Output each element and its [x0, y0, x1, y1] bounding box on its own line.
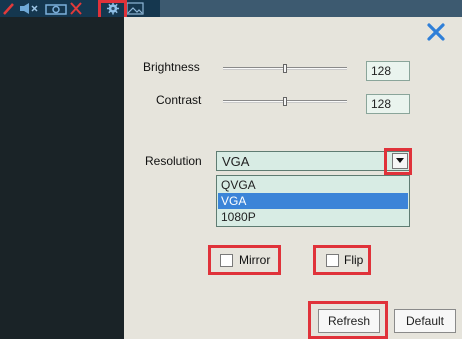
speaker-icon[interactable]	[19, 2, 41, 15]
camera-icon[interactable]	[45, 2, 67, 15]
resolution-option-1080p[interactable]: 1080P	[218, 209, 408, 225]
refresh-button[interactable]: Refresh	[318, 309, 380, 333]
resolution-selected-value: VGA	[222, 154, 250, 169]
brightness-value-field[interactable]: 128	[366, 61, 410, 81]
flip-label: Flip	[344, 253, 364, 267]
contrast-slider-thumb[interactable]	[283, 97, 287, 106]
contrast-value-field[interactable]: 128	[366, 94, 410, 114]
close-dialog-icon[interactable]	[427, 23, 445, 41]
resolution-option-vga[interactable]: VGA	[218, 193, 408, 209]
top-toolbar	[0, 0, 462, 17]
mirror-label: Mirror	[239, 253, 271, 267]
dropdown-highlight	[384, 148, 412, 175]
close-icon[interactable]	[69, 2, 83, 15]
resolution-label: Resolution	[145, 154, 202, 168]
resolution-option-qvga[interactable]: QVGA	[218, 177, 408, 193]
default-button[interactable]: Default	[394, 309, 456, 333]
video-area	[0, 17, 124, 339]
contrast-label: Contrast	[156, 93, 202, 107]
flip-checkbox[interactable]	[326, 254, 339, 267]
resolution-select[interactable]: VGA	[216, 151, 410, 171]
mirror-checkbox[interactable]	[220, 254, 233, 267]
resolution-options-list: QVGA VGA 1080P	[216, 175, 410, 227]
pencil-icon[interactable]	[3, 2, 15, 15]
brightness-slider-thumb[interactable]	[283, 64, 287, 73]
picture-icon[interactable]	[126, 2, 144, 15]
brightness-label: Brightness	[143, 60, 200, 74]
